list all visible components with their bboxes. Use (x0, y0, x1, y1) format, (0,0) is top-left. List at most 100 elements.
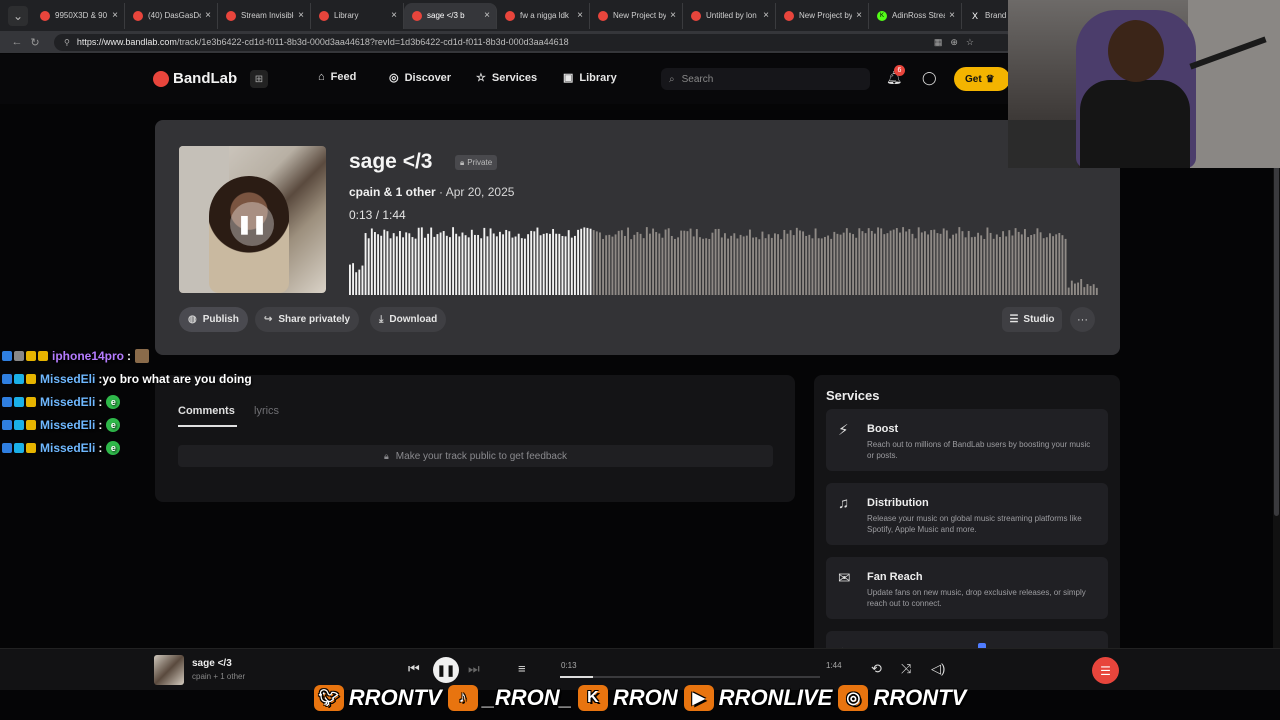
get-membership-button[interactable]: Get ♛ (954, 67, 1010, 91)
tab-close-icon[interactable]: × (112, 10, 118, 21)
nav-library[interactable]: ▣ Library (563, 71, 617, 85)
next-icon[interactable]: ⏭︎ (468, 661, 480, 677)
waveform-bar (1005, 236, 1008, 295)
player-title[interactable]: sage </3 (192, 658, 232, 669)
search-input[interactable]: ⌕ Search (661, 68, 870, 90)
browser-tab[interactable]: sage </3 b × (404, 2, 497, 29)
waveform-bar (1017, 231, 1020, 295)
waveform-bar (733, 233, 736, 295)
waveform-bar (783, 229, 786, 295)
nav-services[interactable]: ☆ Services (476, 71, 537, 85)
service-distribution[interactable]: ♫ Distribution Release your music on glo… (826, 483, 1108, 545)
browser-tab[interactable]: Untitled by lon × (683, 2, 776, 29)
browser-tab[interactable]: fw a nigga ldk × (497, 2, 590, 29)
browser-tab[interactable]: 9950X3D & 90 × (32, 2, 125, 29)
waveform-bar (420, 227, 423, 295)
track-cover-image[interactable]: ❚❚ (179, 146, 326, 293)
waveform-bar (786, 233, 789, 295)
waveform-bar (517, 233, 520, 295)
waveform-bar (539, 235, 542, 295)
waveform-bar (911, 233, 914, 295)
queue-icon[interactable]: ≡ (518, 661, 526, 676)
waveform-bar (408, 233, 411, 295)
more-options-button[interactable]: ··· (1070, 307, 1095, 332)
waveform-bar (464, 235, 467, 295)
notifications-button[interactable]: 🔔︎ 6 (886, 65, 905, 86)
chat-message: MissedEli: yo bro what are you doing (2, 367, 472, 390)
shuffle-icon[interactable]: ⤨ (901, 661, 911, 677)
waveform-bar (636, 232, 639, 295)
publish-label: Publish (202, 314, 239, 325)
tab-close-icon[interactable]: × (205, 10, 211, 21)
tab-close-icon[interactable]: × (856, 10, 862, 21)
browser-tab[interactable]: K AdinRoss Strea × (869, 2, 962, 29)
waveform[interactable] (349, 227, 1099, 295)
globe-icon: ◍ (188, 314, 197, 325)
reload-icon[interactable]: ↻ (26, 36, 44, 49)
previous-icon[interactable]: ⏮︎ (408, 661, 420, 677)
tab-search-icon[interactable]: ⌄ (8, 5, 28, 26)
service-boost[interactable]: ⚡︎ Boost Reach out to millions of BandLa… (826, 409, 1108, 471)
waveform-bar (614, 234, 617, 295)
download-icon: ⤓ (379, 314, 384, 325)
url-input[interactable]: ⚲ https://www.bandlab.com/track/1e3b6422… (54, 33, 1014, 51)
cover-pause-button[interactable]: ❚❚ (230, 202, 274, 246)
browser-tab[interactable]: New Project by × (776, 2, 869, 29)
tab-close-icon[interactable]: × (577, 10, 583, 21)
waveform-bar (355, 272, 358, 295)
repeat-icon[interactable]: ⟲ (871, 661, 882, 677)
back-icon[interactable]: ← (8, 36, 26, 48)
waveform-bar (699, 237, 701, 295)
chat-message: MissedEli: e (2, 413, 472, 436)
waveform-bar (683, 230, 686, 295)
tab-close-icon[interactable]: × (298, 10, 304, 21)
waveform-bar (792, 235, 795, 295)
tabs-container: 9950X3D & 90 × (40) DasGasDo × Stream Invisi… (32, 2, 1055, 29)
waveform-bar (949, 238, 951, 295)
waveform-bar (386, 231, 389, 295)
volume-icon[interactable]: ◁) (931, 661, 945, 677)
tab-close-icon[interactable]: × (763, 10, 769, 21)
service-desc: Update fans on new music, drop exclusive… (867, 588, 1086, 608)
site-favicon-icon (412, 10, 422, 21)
waveform-bar (552, 228, 555, 295)
bookmark-star-icon[interactable]: ☆ (966, 37, 974, 48)
zoom-icon[interactable]: ⊕ (950, 37, 958, 48)
waveform-bar (789, 230, 792, 295)
download-button[interactable]: ⤓ Download (370, 307, 447, 332)
service-fan-reach[interactable]: ✉ Fan Reach Update fans on new music, dr… (826, 557, 1108, 619)
track-time: 0:13 / 1:44 (349, 208, 406, 222)
translate-icon[interactable]: ▦ (934, 37, 943, 48)
bandlab-logo[interactable]: BandLab (153, 70, 237, 87)
browser-tab[interactable]: Stream Invisible × (218, 2, 311, 29)
waveform-bar (486, 236, 489, 295)
nav-discover[interactable]: ◎ Discover (389, 71, 451, 85)
webcam-wall (1188, 0, 1280, 168)
waveform-bar (764, 238, 767, 295)
site-info-icon[interactable]: ⚲ (64, 38, 70, 47)
waveform-bar (827, 235, 830, 295)
waveform-bar (1061, 235, 1064, 295)
browser-tab[interactable]: Library × (311, 2, 404, 29)
track-artists[interactable]: cpain & 1 other (349, 185, 436, 199)
tab-close-icon[interactable]: × (670, 10, 676, 21)
tab-close-icon[interactable]: × (391, 10, 397, 21)
waveform-bar (1074, 283, 1076, 295)
share-privately-button[interactable]: ↪ Share privately (255, 307, 360, 332)
waveform-bar (611, 236, 614, 295)
browser-tab[interactable]: New Project by × (590, 2, 683, 29)
nav-feed[interactable]: ⌂ Feed (318, 71, 356, 83)
waveform-bar (995, 234, 998, 295)
tab-close-icon[interactable]: × (949, 10, 955, 21)
social-handle-text: RRON (612, 685, 678, 710)
messages-icon[interactable]: ◯ (922, 70, 937, 86)
waveform-bar (439, 232, 442, 295)
browser-tab[interactable]: (40) DasGasDo × (125, 2, 218, 29)
waveform-bar (852, 234, 855, 295)
publish-button[interactable]: ◍ Publish (179, 307, 248, 332)
apps-grid-icon[interactable]: ⊞ (250, 70, 268, 88)
tab-close-icon[interactable]: × (484, 10, 490, 21)
search-icon: ⌕ (669, 73, 675, 85)
url-path: /track/1e3b6422-cd1d-f011-8b3d-000d3aa44… (176, 37, 569, 47)
studio-button[interactable]: ☰ Studio (1002, 307, 1062, 332)
